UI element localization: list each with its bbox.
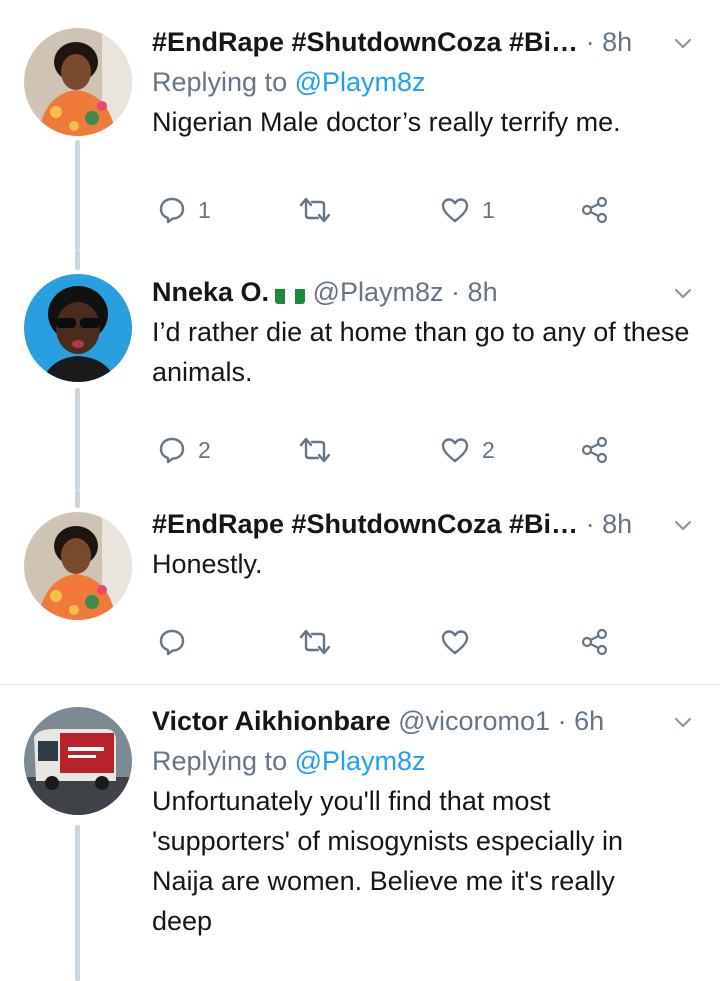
timestamp[interactable]: 8h <box>602 27 632 57</box>
share-icon <box>581 628 608 656</box>
tweet-4[interactable]: Victor Aikhionbare @vicoromo1 · 6h Reply… <box>0 685 720 981</box>
chevron-down-icon[interactable] <box>674 516 692 534</box>
replying-to: Replying to @Playm8z <box>152 741 692 781</box>
display-name[interactable]: #EndRape #ShutdownCoza #Bi… <box>152 509 578 539</box>
tweet-header: Nneka O. @Playm8z · 8h <box>152 272 692 312</box>
reply-icon <box>159 629 185 656</box>
display-name[interactable]: #EndRape #ShutdownCoza #Bi… <box>152 27 578 57</box>
retweet-icon <box>299 197 331 223</box>
timestamp[interactable]: 8h <box>602 509 632 539</box>
chevron-down-icon[interactable] <box>674 284 692 302</box>
reply-icon <box>159 197 185 224</box>
share-button[interactable] <box>580 190 610 230</box>
tweet-2[interactable]: Nneka O. @Playm8z · 8h I’d rather die at… <box>0 250 720 490</box>
tweet-text: I’d rather die at home than go to any of… <box>152 317 690 387</box>
like-button[interactable]: 1 <box>440 190 495 230</box>
thread-line <box>75 250 80 270</box>
timestamp[interactable]: 6h <box>574 706 604 736</box>
separator-dot: · <box>585 509 595 539</box>
heart-icon <box>441 630 469 655</box>
thread-line <box>75 388 80 490</box>
separator-dot: · <box>557 706 567 736</box>
display-name[interactable]: Victor Aikhionbare <box>152 706 391 736</box>
separator-dot: · <box>451 277 461 307</box>
tweet-header: #EndRape #ShutdownCoza #Bi… · 8h <box>152 504 692 544</box>
tweet-text: Nigerian Male doctor’s really terrify me… <box>152 107 621 137</box>
tweet-3[interactable]: #EndRape #ShutdownCoza #Bi… · 8h Honestl… <box>0 490 720 684</box>
share-icon <box>581 436 608 464</box>
avatar[interactable] <box>24 707 132 815</box>
reply-button[interactable] <box>158 622 186 662</box>
tweet-1[interactable]: #EndRape #ShutdownCoza #Bi… · 8h Replyin… <box>0 0 720 250</box>
separator-dot: · <box>585 27 595 57</box>
reply-button[interactable]: 2 <box>158 430 211 470</box>
avatar[interactable] <box>24 28 132 136</box>
tweet-text: Unfortunately you'll find that most 'sup… <box>152 786 624 936</box>
replying-to-label: Replying to <box>152 746 288 776</box>
share-button[interactable] <box>580 622 610 662</box>
display-name[interactable]: Nneka O. <box>152 277 269 307</box>
tweet-header: Victor Aikhionbare @vicoromo1 · 6h <box>152 701 692 741</box>
tweet-actions: 1 1 <box>152 190 622 230</box>
retweet-button[interactable] <box>298 190 332 230</box>
thread-line <box>75 825 80 981</box>
heart-icon <box>441 438 469 463</box>
share-icon <box>581 196 608 224</box>
retweet-button[interactable] <box>298 622 332 662</box>
retweet-button[interactable] <box>298 430 332 470</box>
replying-to-handle[interactable]: @Playm8z <box>295 67 426 97</box>
reply-count: 1 <box>198 196 211 223</box>
timestamp[interactable]: 8h <box>468 277 498 307</box>
tweet-header: #EndRape #ShutdownCoza #Bi… · 8h <box>152 22 692 62</box>
tweet-actions: 2 2 <box>152 430 622 470</box>
retweet-icon <box>299 629 331 655</box>
chevron-down-icon[interactable] <box>674 713 692 731</box>
reply-icon <box>159 437 185 464</box>
thread-line <box>75 490 80 508</box>
like-button[interactable]: 2 <box>440 430 495 470</box>
handle[interactable]: @Playm8z <box>313 277 444 307</box>
replying-to-handle[interactable]: @Playm8z <box>295 746 426 776</box>
like-count: 1 <box>482 196 495 223</box>
avatar[interactable] <box>24 512 132 620</box>
reply-button[interactable]: 1 <box>158 190 211 230</box>
chevron-down-icon[interactable] <box>674 34 692 52</box>
like-count: 2 <box>482 436 495 463</box>
replying-to-label: Replying to <box>152 67 288 97</box>
handle[interactable]: @vicoromo1 <box>398 706 550 736</box>
retweet-icon <box>299 437 331 463</box>
replying-to: Replying to @Playm8z <box>152 62 692 102</box>
share-button[interactable] <box>580 430 610 470</box>
thread-line <box>75 140 80 250</box>
like-button[interactable] <box>440 622 470 662</box>
tweet-actions <box>152 622 622 662</box>
reply-count: 2 <box>198 436 211 463</box>
avatar[interactable] <box>24 274 132 382</box>
nigeria-flag-icon <box>275 282 306 304</box>
heart-icon <box>441 198 469 223</box>
tweet-text: Honestly. <box>152 549 263 579</box>
